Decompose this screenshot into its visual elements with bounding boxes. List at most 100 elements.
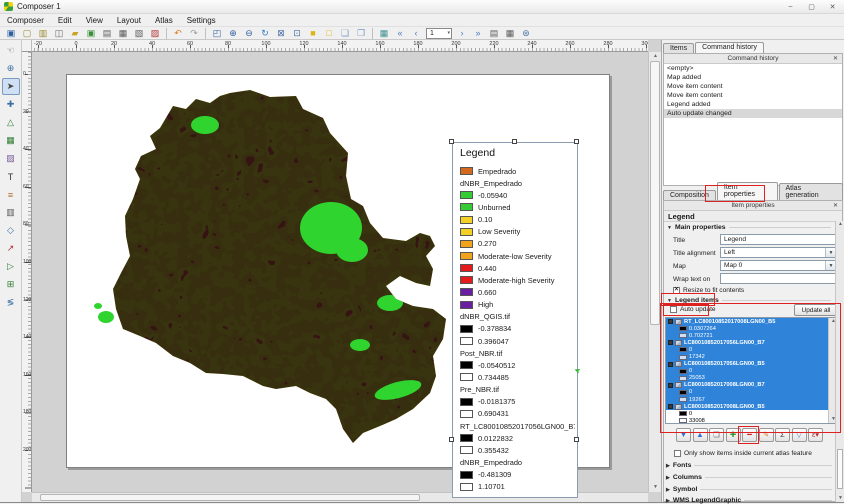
atlas-feature-spinbox[interactable]: 1 ▾: [426, 28, 452, 39]
canvas-vertical-scrollbar[interactable]: ▲ ▼: [648, 52, 661, 492]
export-pdf-button[interactable]: ▨: [147, 27, 163, 39]
checkbox-unchecked-icon[interactable]: [670, 306, 677, 313]
item-visibility-checkbox[interactable]: [668, 362, 673, 367]
legend-items-group[interactable]: ▼ Legend items: [667, 297, 831, 304]
lock-items-button[interactable]: ■: [305, 27, 321, 39]
redo-button[interactable]: ↷: [186, 27, 202, 39]
composer-manager-button[interactable]: ◫: [51, 27, 67, 39]
menu-item[interactable]: Edit: [51, 14, 79, 27]
add-shape-button[interactable]: ◇: [2, 222, 20, 239]
dock-tab[interactable]: Command history: [695, 42, 764, 53]
zoom-actual-button[interactable]: ⊠: [273, 27, 289, 39]
select-move-item-button[interactable]: ➤: [2, 78, 20, 95]
add-map-button[interactable]: ▦: [2, 132, 20, 149]
add-legend-button[interactable]: ≡: [2, 186, 20, 203]
legend-item[interactable]: Legend Empedrado dNBR_Empedrado -0.05940…: [452, 142, 578, 498]
zoom-full-button[interactable]: ◰: [209, 27, 225, 39]
new-composer-button[interactable]: ▢: [19, 27, 35, 39]
update-all-button[interactable]: Update all: [794, 304, 838, 316]
count-features-button[interactable]: Σ: [775, 428, 790, 442]
dock-tab[interactable]: Composition: [663, 190, 716, 200]
unlock-items-button[interactable]: □: [321, 27, 337, 39]
move-item-down-button[interactable]: ▼: [676, 428, 691, 442]
export-image-button[interactable]: ▦: [115, 27, 131, 39]
legend-item-row[interactable]: 0: [666, 346, 828, 353]
legend-item-row[interactable]: 0: [666, 410, 828, 417]
zoom-in-button[interactable]: ⊕: [225, 27, 241, 39]
map-select[interactable]: Map 0 ▼: [720, 260, 837, 271]
title-input[interactable]: Legend: [720, 234, 837, 245]
atlas-settings-button[interactable]: ⊛: [518, 27, 534, 39]
legend-item-row[interactable]: LC80010852017056LGN00_B5: [666, 361, 828, 368]
add-node-item-button[interactable]: ▷: [2, 258, 20, 275]
command-history-entry[interactable]: Move item content: [664, 82, 842, 91]
wrap-text-input[interactable]: [720, 273, 837, 284]
selection-handle[interactable]: [512, 139, 517, 144]
raise-items-button[interactable]: ❏: [337, 27, 353, 39]
spinbox-caret-icon[interactable]: ▾: [447, 30, 450, 36]
selection-handle[interactable]: [449, 437, 454, 442]
selection-handle[interactable]: [574, 139, 579, 144]
previous-feature-button[interactable]: ‹: [408, 27, 424, 39]
scrollbar-thumb[interactable]: [40, 494, 420, 501]
restore-button[interactable]: ▢: [802, 1, 821, 12]
zoom-tool-button[interactable]: ⊕: [2, 60, 20, 77]
item-visibility-checkbox[interactable]: [668, 340, 673, 345]
command-history-entry[interactable]: Auto update changed: [664, 109, 842, 118]
move-item-up-button[interactable]: ▲: [693, 428, 708, 442]
auto-update-checkbox[interactable]: Auto update: [670, 306, 716, 313]
checkbox-unchecked-icon[interactable]: [674, 450, 681, 457]
menu-item[interactable]: Composer: [0, 14, 51, 27]
add-label-button[interactable]: T: [2, 168, 20, 185]
add-arrow-button[interactable]: ↗: [2, 240, 20, 257]
command-history-entry[interactable]: Legend added: [664, 100, 842, 109]
last-feature-button[interactable]: »: [470, 27, 486, 39]
filter-expression-button[interactable]: ε▾: [808, 428, 823, 442]
close-panel-button[interactable]: ✕: [831, 55, 840, 63]
legend-item-row[interactable]: LC80010852017008LGN00_B7: [666, 382, 828, 389]
add-image-button[interactable]: ▨: [2, 150, 20, 167]
add-item-button[interactable]: ✚: [726, 428, 741, 442]
checkbox-checked-icon[interactable]: ✕: [673, 287, 680, 294]
edit-nodes-button[interactable]: △: [2, 114, 20, 131]
remove-item-button[interactable]: ━: [742, 428, 757, 442]
move-item-content-button[interactable]: ✚: [2, 96, 20, 113]
pan-tool-button[interactable]: ☜: [2, 42, 20, 59]
resize-to-fit-checkbox[interactable]: ✕ Resize to fit contents: [673, 287, 744, 294]
item-visibility-checkbox[interactable]: [668, 383, 673, 388]
command-history-entry[interactable]: <empty>: [664, 64, 842, 73]
legend-items-tree[interactable]: RT_LC80010852017008LGN00_B5 0.0307264 0.…: [665, 317, 837, 424]
edit-item-button[interactable]: ✎: [759, 428, 774, 442]
panel-scrollbar[interactable]: ▲ ▼: [835, 221, 844, 502]
legend-item-row[interactable]: 0: [666, 389, 828, 396]
menu-item[interactable]: Atlas: [148, 14, 180, 27]
main-properties-group[interactable]: ▼ Main properties: [667, 224, 831, 231]
legend-item-row[interactable]: 17342: [666, 353, 828, 360]
legend-item-row[interactable]: LC80010852017008LGN00_B5: [666, 403, 828, 410]
scrollbar-thumb[interactable]: [837, 449, 843, 489]
export-svg-button[interactable]: ▧: [131, 27, 147, 39]
close-button[interactable]: ✕: [823, 1, 842, 12]
refresh-view-button[interactable]: ↻: [257, 27, 273, 39]
legend-item-row[interactable]: 0.702721: [666, 332, 828, 339]
legend-item-row[interactable]: 0.0307264: [666, 325, 828, 332]
menu-item[interactable]: View: [79, 14, 110, 27]
command-history-entry[interactable]: Map added: [664, 73, 842, 82]
zoom-out-button[interactable]: ⊖: [241, 27, 257, 39]
selection-handle[interactable]: [449, 139, 454, 144]
next-feature-button[interactable]: ›: [454, 27, 470, 39]
add-scalebar-button[interactable]: ▥: [2, 204, 20, 221]
collapsed-group-header[interactable]: ▶ Columns: [666, 474, 832, 481]
lower-items-button[interactable]: ❐: [353, 27, 369, 39]
menu-item[interactable]: Layout: [110, 14, 148, 27]
only-show-atlas-checkbox[interactable]: Only show items inside current atlas fea…: [674, 450, 812, 457]
legend-item-row[interactable]: RT_LC80010852017008LGN00_B5: [666, 318, 828, 325]
dock-tab[interactable]: Atlas generation: [779, 183, 843, 200]
collapsed-group-header[interactable]: ▶ WMS LegendGraphic: [666, 497, 832, 504]
first-feature-button[interactable]: «: [392, 27, 408, 39]
add-group-button[interactable]: ❏: [709, 428, 724, 442]
select-none-button[interactable]: ⊡: [289, 27, 305, 39]
collapsed-group-header[interactable]: ▶ Symbol: [666, 486, 832, 493]
menu-item[interactable]: Settings: [180, 14, 223, 27]
selection-handle[interactable]: [574, 437, 579, 442]
